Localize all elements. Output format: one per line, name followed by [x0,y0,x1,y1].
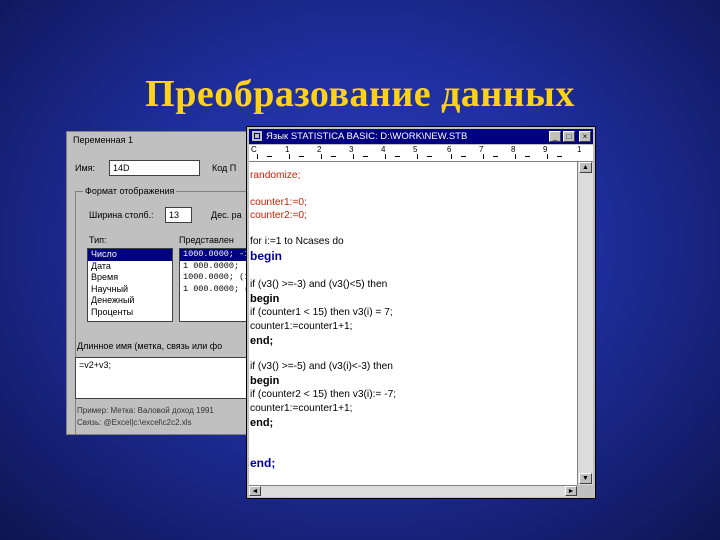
ruler: C 1 2 3 4 5 6 7 8 9 1 [249,145,593,162]
ruler-number: 1 [285,145,290,154]
ruler-tick [547,154,548,159]
code-line[interactable]: begin [250,250,282,262]
ruler-number: 9 [543,145,548,154]
ruler-tick [363,156,368,157]
editor-title: Язык STATISTICA BASIC: D:\WORK\NEW.STB [266,131,468,142]
ruler-tick [395,156,400,157]
basic-editor-window: Язык STATISTICA BASIC: D:\WORK\NEW.STB _… [246,126,596,499]
name-field[interactable]: 14D [109,160,200,176]
window-menu-icon[interactable] [252,131,262,141]
code-line[interactable]: counter2:=0; [250,210,307,222]
ruler-number: 6 [447,145,452,154]
slide-title: Преобразование данных [145,73,575,115]
ruler-tick [289,154,290,159]
code-line[interactable]: end; [250,335,273,347]
representation-label: Представлен [179,235,234,245]
ruler-tick [483,154,484,159]
scroll-left-button[interactable]: ◄ [249,486,261,496]
code-line[interactable]: begin [250,293,279,305]
code-line[interactable]: randomize; [250,170,300,182]
decimals-label: Дес. ра [211,210,242,220]
ruler-tick [493,156,498,157]
formula-field[interactable]: =v2+v3; [75,357,265,399]
format-group-label: Формат отображения [83,186,177,196]
type-option[interactable]: Научный [88,284,172,296]
width-field[interactable]: 13 [165,207,192,223]
code-line[interactable]: if (v3() >=-3) and (v3()<5) then [250,279,387,291]
ruler-tick [427,156,432,157]
scroll-right-button[interactable]: ► [565,486,577,496]
long-name-label: Длинное имя (метка, связь или фо [77,341,223,351]
code-line[interactable]: if (counter1 < 15) then v3(i) = 7; [250,307,393,319]
code-line[interactable]: counter1:=counter1+1; [250,403,353,415]
size-grip[interactable] [577,485,592,496]
ruler-tick [353,154,354,159]
vertical-scrollbar[interactable]: ▲ ▼ [577,162,593,485]
type-list[interactable]: Число Дата Время Научный Денежный Процен… [87,248,173,322]
code-line[interactable]: for i:=1 to Ncases do [250,236,344,248]
ruler-tick [515,154,516,159]
minimize-button[interactable]: _ [549,131,561,142]
code-line[interactable]: if (v3() >=-5) and (v3(i)<-3) then [250,361,393,373]
code-line[interactable]: end; [250,457,275,469]
type-label: Тип: [89,235,107,245]
code-line[interactable]: counter1:=counter1+1; [250,321,353,333]
ruler-number: 7 [479,145,484,154]
editor-titlebar[interactable]: Язык STATISTICA BASIC: D:\WORK\NEW.STB _… [249,129,593,144]
ruler-tick [461,156,466,157]
ruler-tick [385,154,386,159]
ruler-number: 5 [413,145,418,154]
type-option[interactable]: Дата [88,261,172,273]
maximize-button[interactable]: □ [563,131,575,142]
link-note: Связь: @Excel|c:\excel\c2c2.xls [77,418,192,427]
variable-dialog: Переменная 1 Имя: 14D Код П Формат отобр… [66,131,268,435]
ruler-tick [267,156,272,157]
code-editor[interactable]: randomize; counter1:=0; counter2:=0; for… [249,162,577,485]
ruler-tick [525,156,530,157]
ruler-number: 4 [381,145,386,154]
scroll-down-button[interactable]: ▼ [579,473,592,484]
width-label: Ширина столб.: [89,210,154,220]
ruler-number: C [251,145,257,154]
code-line[interactable]: end; [250,417,273,429]
horizontal-scrollbar[interactable]: ◄ ► [249,485,577,497]
ruler-number: 1 [577,145,582,154]
code-line[interactable]: if (counter2 < 15) then v3(i):= -7; [250,389,396,401]
example-note: Пример: Метка: Валовой доход 1991 [77,406,214,415]
type-option[interactable]: Число [88,249,172,261]
type-option[interactable]: Время [88,272,172,284]
ruler-tick [257,154,258,159]
code-line[interactable]: begin [250,375,279,387]
type-option[interactable]: Денежный [88,295,172,307]
ruler-tick [331,156,336,157]
close-button[interactable]: × [579,131,591,142]
ruler-number: 2 [317,145,322,154]
type-option[interactable]: Проценты [88,307,172,319]
ruler-tick [321,154,322,159]
dialog-caption: Переменная 1 [73,135,134,145]
scroll-up-button[interactable]: ▲ [579,162,592,173]
code-line[interactable]: counter1:=0; [250,197,307,209]
ruler-tick [417,154,418,159]
name-label: Имя: [75,163,96,173]
ruler-tick [557,156,562,157]
ruler-tick [451,154,452,159]
ruler-number: 3 [349,145,354,154]
code-label: Код П [212,163,237,173]
ruler-tick [299,156,304,157]
ruler-number: 8 [511,145,516,154]
